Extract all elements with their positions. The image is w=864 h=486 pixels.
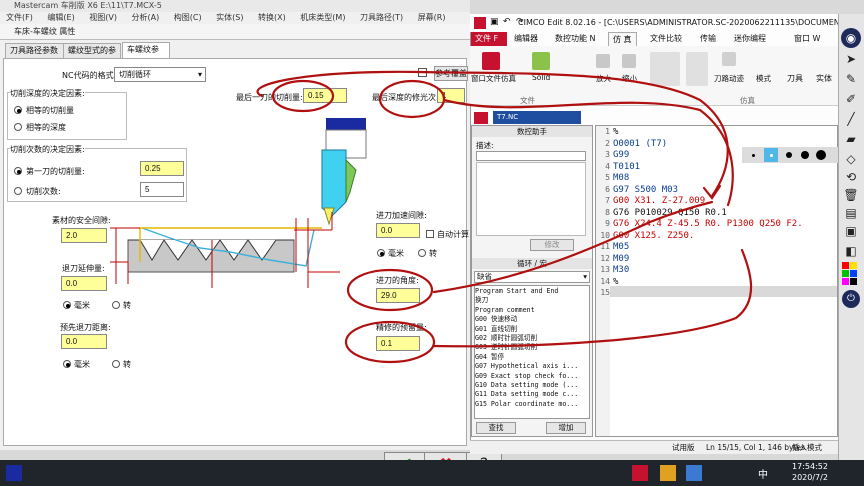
- circle-last-depth: [378, 79, 446, 119]
- cimco-taskbar-icon[interactable]: [632, 465, 648, 481]
- arrow-finish: [432, 248, 753, 348]
- clock-time[interactable]: 17:54:52: [792, 462, 828, 471]
- mastercam-taskbar-icon[interactable]: [6, 465, 22, 481]
- arrow-head-1: [702, 184, 722, 200]
- taskbar: [0, 460, 864, 486]
- clock-date[interactable]: 2020/7/2: [792, 473, 828, 482]
- circle-infeed-angle: [346, 268, 434, 312]
- freehand-annotations: [256, 70, 753, 364]
- app2-taskbar-icon[interactable]: [686, 465, 702, 481]
- arrow-angle: [432, 200, 714, 294]
- arrow-last-cut: [256, 70, 729, 198]
- app-taskbar-icon[interactable]: [660, 465, 676, 481]
- circle-last-cut: [271, 79, 335, 113]
- ime-indicator[interactable]: 中: [758, 466, 768, 481]
- arrow-last-depth: [442, 98, 734, 207]
- circle-finish-allow: [344, 320, 436, 364]
